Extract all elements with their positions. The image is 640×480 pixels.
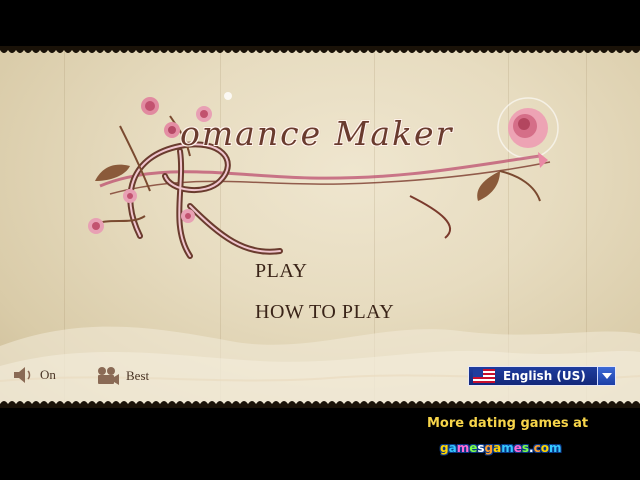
more-games-link[interactable]: More dating games at (427, 416, 588, 431)
rose-icon (141, 97, 159, 115)
brand-text: gamesgames.com (440, 441, 562, 455)
camera-icon (98, 367, 119, 385)
language-select[interactable]: English (US) (468, 366, 616, 386)
quality-toggle[interactable]: Best (96, 366, 149, 386)
quality-label: Best (126, 368, 150, 383)
speaker-icon (14, 367, 31, 383)
game-title: Romance Maker (178, 114, 453, 153)
game-stage: Romance Maker PLAY HOW TO PLAY On Best (0, 0, 640, 480)
sound-label: On (40, 367, 56, 382)
sound-toggle[interactable]: On (12, 366, 56, 384)
language-selected-label: English (US) (503, 369, 586, 383)
gamesgames-logo[interactable]: gamesgames.com (440, 441, 561, 463)
play-button[interactable]: PLAY (255, 260, 307, 283)
lace-border-bottom (0, 401, 640, 408)
game-title-text: omance Maker (180, 114, 454, 153)
lace-border-top (0, 46, 640, 53)
game-logo (88, 92, 559, 259)
how-to-play-button[interactable]: HOW TO PLAY (255, 301, 394, 324)
us-flag-icon (473, 369, 495, 383)
parchment-background: Romance Maker PLAY HOW TO PLAY On Best (0, 46, 640, 408)
chevron-down-icon[interactable] (597, 367, 615, 385)
